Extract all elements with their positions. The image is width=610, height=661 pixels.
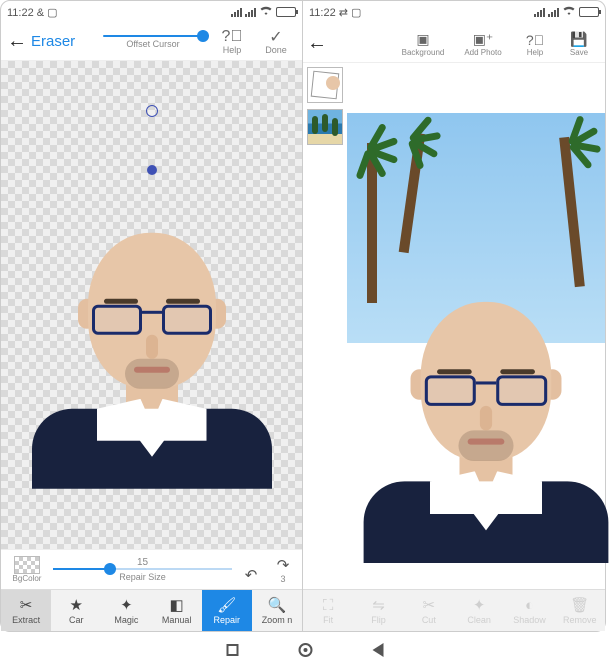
subject-layer[interactable] xyxy=(364,278,609,543)
star-icon: ★ xyxy=(70,596,83,614)
status-bar: 11:22 ⇄ ▢ xyxy=(303,1,605,23)
bgcolor-button[interactable]: BgColor xyxy=(7,556,47,583)
redo-icon: ↷ xyxy=(277,556,290,574)
tool-title: Eraser xyxy=(31,33,75,50)
layer-thumb-subject[interactable] xyxy=(307,67,343,103)
subject-cutout xyxy=(32,209,272,469)
bottom-tabs: ✂Extract ★Car ✦Magic ◧Manual 🖌Repair 🔍Zo… xyxy=(1,589,302,631)
tab-auto[interactable]: ★Car xyxy=(51,590,101,631)
done-button[interactable]: ✓ Done xyxy=(256,28,296,55)
tab-clean[interactable]: ✦Clean xyxy=(454,590,504,631)
signal-icon xyxy=(231,7,242,17)
bgcolor-swatch-icon xyxy=(14,556,40,574)
bottom-tabs: ⛶Fit ⇋Flip ✂Cut ✦Clean ◐Shadow 🗑Remove xyxy=(303,589,605,631)
save-button[interactable]: 💾 Save xyxy=(557,31,601,57)
offset-cursor-ring xyxy=(146,105,158,117)
layer-thumb-background[interactable] xyxy=(307,109,343,145)
tab-cut[interactable]: ✂Cut xyxy=(404,590,454,631)
tab-shadow[interactable]: ◐Shadow xyxy=(504,590,554,631)
android-nav-bar xyxy=(227,643,384,657)
back-button[interactable] xyxy=(373,643,384,657)
brush-cursor xyxy=(147,165,157,175)
scissors-icon: ✂ xyxy=(423,596,436,614)
undo-button[interactable]: ↶ xyxy=(238,566,264,584)
help-button[interactable]: ?⃝ Help xyxy=(513,31,557,57)
secondary-toolbar: BgColor 15 Repair Size ↶ ↷ 3 xyxy=(1,549,302,589)
tab-extract[interactable]: ✂Extract xyxy=(1,590,51,631)
save-icon: 💾 xyxy=(570,31,587,49)
flip-icon: ⇋ xyxy=(372,596,385,614)
undo-icon: ↶ xyxy=(245,566,258,584)
add-image-icon: ▣⁺ xyxy=(473,31,494,49)
wifi-icon xyxy=(562,5,576,19)
compose-area xyxy=(303,63,605,589)
layer-thumbnails xyxy=(303,63,347,589)
status-bar: 11:22 & ▢ xyxy=(1,1,302,23)
eraser-icon: ◧ xyxy=(170,596,184,614)
trash-icon: 🗑 xyxy=(570,596,589,614)
offset-cursor-slider[interactable]: Offset Cursor xyxy=(98,35,208,49)
background-button[interactable]: ▣ Background xyxy=(393,31,453,57)
brush-icon: 🖌 xyxy=(217,596,236,614)
back-icon[interactable]: ← xyxy=(307,32,325,55)
add-photo-button[interactable]: ▣⁺ Add Photo xyxy=(453,31,513,57)
signal-icon xyxy=(534,7,545,17)
tab-flip[interactable]: ⇋Flip xyxy=(353,590,403,631)
back-icon[interactable]: ← xyxy=(7,30,25,53)
tab-manual[interactable]: ◧Manual xyxy=(152,590,202,631)
top-toolbar: ← ▣ Background ▣⁺ Add Photo ?⃝ Help 💾 Sa… xyxy=(303,23,605,63)
battery-icon xyxy=(276,7,296,17)
wifi-icon xyxy=(259,5,273,19)
help-button[interactable]: ?⃝ Help xyxy=(212,28,252,55)
wand-icon: ✦ xyxy=(120,596,133,614)
fit-icon: ⛶ xyxy=(323,597,334,614)
help-icon: ?⃝ xyxy=(526,31,544,49)
signal-icon xyxy=(245,7,256,17)
compose-canvas[interactable] xyxy=(347,63,605,589)
clean-icon: ✦ xyxy=(473,596,486,614)
editor-canvas[interactable] xyxy=(1,61,302,549)
phone-right: 11:22 ⇄ ▢ ← ▣ Background ▣⁺ Add Photo ?⃝… xyxy=(303,0,606,632)
shadow-icon: ◐ xyxy=(525,597,534,614)
top-toolbar: ← Eraser Offset Cursor ?⃝ Help ✓ Done xyxy=(1,23,302,61)
home-button[interactable] xyxy=(299,643,313,657)
help-icon: ?⃝ xyxy=(222,28,243,46)
tab-repair[interactable]: 🖌Repair xyxy=(202,590,252,631)
image-icon: ▣ xyxy=(416,31,429,49)
phone-left: 11:22 & ▢ ← Eraser Offset Cursor ?⃝ Help… xyxy=(0,0,303,632)
recent-apps-button[interactable] xyxy=(227,644,239,656)
signal-icon xyxy=(548,7,559,17)
redo-button[interactable]: ↷ 3 xyxy=(270,556,296,584)
repair-size-slider[interactable]: 15 Repair Size xyxy=(53,557,232,582)
tab-zoom[interactable]: 🔍Zoom n xyxy=(252,590,302,631)
zoom-icon: 🔍 xyxy=(268,596,287,614)
tab-remove[interactable]: 🗑Remove xyxy=(555,590,605,631)
check-icon: ✓ xyxy=(269,28,282,46)
battery-icon xyxy=(579,7,599,17)
tab-magic[interactable]: ✦Magic xyxy=(101,590,151,631)
clock: 11:22 xyxy=(309,7,336,19)
scissors-icon: ✂ xyxy=(20,596,33,614)
clock: 11:22 xyxy=(7,7,34,19)
tab-fit[interactable]: ⛶Fit xyxy=(303,590,353,631)
